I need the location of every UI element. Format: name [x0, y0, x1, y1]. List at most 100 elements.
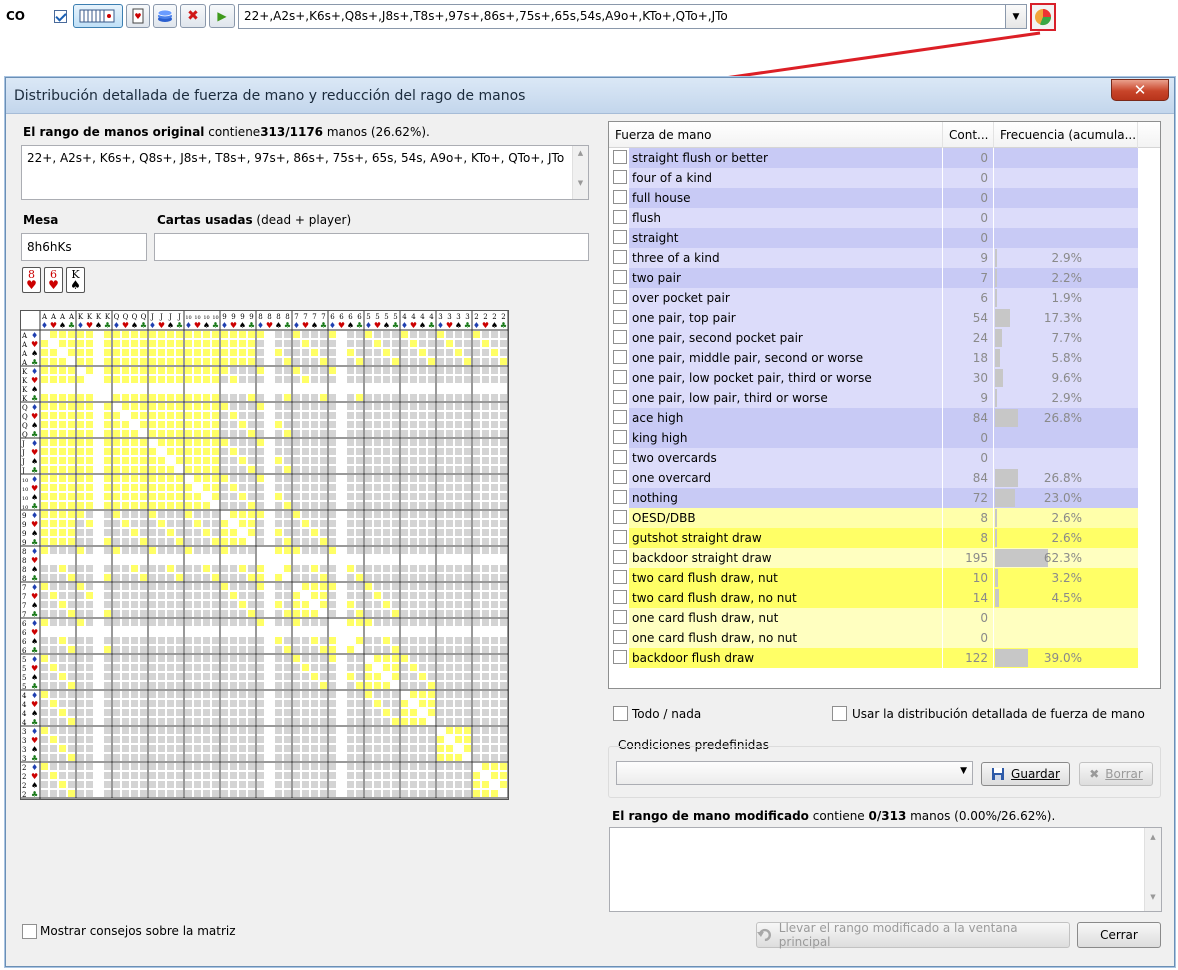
table-row[interactable]: gutshot straight draw 8 2.6% [609, 528, 1160, 548]
matrix-cell [50, 358, 57, 365]
delete-button[interactable]: ✖ Borrar [1079, 762, 1153, 786]
table-row[interactable]: ace high 84 26.8% [609, 408, 1160, 428]
table-row[interactable]: four of a kind 0 [609, 168, 1160, 188]
matrix-cell [149, 646, 156, 653]
dead-cards-input[interactable] [154, 233, 589, 261]
row-checkbox[interactable] [613, 270, 627, 284]
matrix-cell [149, 385, 156, 392]
table-row[interactable]: two pair 7 2.2% [609, 268, 1160, 288]
matrix-cell [293, 673, 300, 680]
modified-range-textarea[interactable] [609, 827, 1162, 912]
table-row[interactable]: backdoor flush draw 122 39.0% [609, 648, 1160, 668]
hand-matrix-grid[interactable]: A♦A ♦A♥A ♥A♠A ♠A♣A ♣K♦K ♦K♥K ♥K♠K ♠K♣K ♣Q♦Q ♦Q♥Q ♥… [21, 311, 508, 799]
matrix-cell [347, 331, 354, 338]
window-close-button[interactable]: ✕ [1111, 79, 1169, 101]
card-deck-button[interactable] [73, 4, 123, 28]
table-row[interactable]: backdoor straight draw 195 62.3% [609, 548, 1160, 568]
save-button[interactable]: Guardar [981, 762, 1070, 786]
matrix-cell [275, 682, 282, 689]
table-row[interactable]: full house 0 [609, 188, 1160, 208]
board-input[interactable]: 8h6hKs [21, 233, 147, 261]
row-checkbox[interactable] [613, 430, 627, 444]
use-distribution-checkbox[interactable] [832, 706, 847, 721]
row-frequency: 39.0% [994, 648, 1138, 668]
table-row[interactable]: one card flush draw, nut 0 [609, 608, 1160, 628]
row-checkbox[interactable] [613, 650, 627, 664]
table-row[interactable]: one pair, second pocket pair 24 7.7% [609, 328, 1160, 348]
matrix-cell [248, 421, 255, 428]
matrix-cell [122, 592, 129, 599]
row-checkbox[interactable] [613, 530, 627, 544]
modified-range-scrollbar[interactable]: ▲ ▼ [1144, 828, 1161, 911]
table-row[interactable]: one pair, low pair, third or worse 9 2.9% [609, 388, 1160, 408]
close-dialog-button[interactable]: Cerrar [1077, 922, 1161, 948]
row-checkbox[interactable] [613, 330, 627, 344]
matrix-cell [122, 583, 129, 590]
row-checkbox[interactable] [613, 150, 627, 164]
remove-button[interactable]: ✖ [180, 4, 206, 28]
table-row[interactable]: one pair, middle pair, second or worse 18… [609, 348, 1160, 368]
row-checkbox[interactable] [613, 610, 627, 624]
column-count[interactable]: Cont... [943, 122, 994, 148]
row-checkbox[interactable] [613, 170, 627, 184]
original-range-textarea[interactable]: 22+, A2s+, K6s+, Q8s+, J8s+, T8s+, 97s+,… [21, 145, 589, 200]
table-row[interactable]: nothing 72 23.0% [609, 488, 1160, 508]
row-checkbox[interactable] [613, 370, 627, 384]
row-checkbox[interactable] [613, 350, 627, 364]
table-row[interactable]: two card flush draw, no nut 14 4.5% [609, 588, 1160, 608]
table-row[interactable]: one overcard 84 26.8% [609, 468, 1160, 488]
row-checkbox[interactable] [613, 190, 627, 204]
table-row[interactable]: one card flush draw, no nut 0 [609, 628, 1160, 648]
range-input[interactable]: 22+,A2s+,K6s+,Q8s+,J8s+,T8s+,97s+,86s+,7… [238, 4, 1006, 29]
table-row[interactable]: OESD/DBB 8 2.6% [609, 508, 1160, 528]
matrix-cell [302, 502, 309, 509]
table-row[interactable]: straight flush or better 0 [609, 148, 1160, 168]
matrix-cell [401, 367, 408, 374]
matrix-cell [122, 358, 129, 365]
table-row[interactable]: three of a kind 9 2.9% [609, 248, 1160, 268]
range-dropdown-button[interactable]: ▼ [1006, 4, 1027, 29]
table-row[interactable]: one pair, low pocket pair, third or wors… [609, 368, 1160, 388]
row-checkbox[interactable] [613, 570, 627, 584]
enable-checkbox[interactable] [54, 10, 67, 23]
row-checkbox[interactable] [613, 310, 627, 324]
row-checkbox[interactable] [613, 490, 627, 504]
table-row[interactable]: two card flush draw, nut 10 3.2% [609, 568, 1160, 588]
row-checkbox[interactable] [613, 230, 627, 244]
hand-distribution-button[interactable] [1030, 3, 1056, 31]
matrix-cell [230, 628, 237, 635]
row-checkbox[interactable] [613, 510, 627, 524]
row-checkbox[interactable] [613, 250, 627, 264]
matrix-cell [383, 511, 390, 518]
row-checkbox[interactable] [613, 290, 627, 304]
row-checkbox[interactable] [613, 630, 627, 644]
chips-button[interactable] [153, 4, 177, 28]
table-row[interactable]: flush 0 [609, 208, 1160, 228]
go-button[interactable]: ▶ [209, 4, 235, 28]
table-row[interactable]: one pair, top pair 54 17.3% [609, 308, 1160, 328]
row-checkbox[interactable] [613, 210, 627, 224]
matrix-cell [77, 682, 84, 689]
all-none-checkbox[interactable] [613, 706, 628, 721]
row-checkbox[interactable] [613, 390, 627, 404]
table-row[interactable]: king high 0 [609, 428, 1160, 448]
column-hand-strength[interactable]: Fuerza de mano [609, 122, 943, 148]
hand-matrix[interactable]: A ♦ A ♦ A ♥ A ♥ A ♠ A ♠ A ♣ A ♣ K ♦ K ♦ K ♥ K ♥ K ♠ K ♠ K ♣ K ♣ Q ♦ Q ♦ Q ♥ Q ♥… [20, 310, 509, 800]
table-row[interactable]: two overcards 0 [609, 448, 1160, 468]
original-range-scrollbar[interactable]: ▲ ▼ [572, 146, 588, 199]
predefined-conditions-select[interactable]: ▼ [616, 761, 973, 785]
row-checkbox[interactable] [613, 450, 627, 464]
row-checkbox[interactable] [613, 470, 627, 484]
single-card-button[interactable]: ♥ [126, 4, 150, 28]
row-checkbox[interactable] [613, 410, 627, 424]
transfer-range-button[interactable]: Llevar el rango modificado a la ventana … [756, 921, 1070, 949]
matrix-tips-checkbox[interactable] [22, 924, 37, 939]
hand-strength-table[interactable]: Fuerza de mano Cont... Frecuencia (acumu… [608, 121, 1161, 689]
row-checkbox[interactable] [613, 550, 627, 564]
table-row[interactable]: straight 0 [609, 228, 1160, 248]
matrix-col-rank-label: A [50, 313, 57, 321]
matrix-cell [95, 718, 102, 725]
row-checkbox[interactable] [613, 590, 627, 604]
table-row[interactable]: over pocket pair 6 1.9% [609, 288, 1160, 308]
column-frequency[interactable]: Frecuencia (acumula... [994, 122, 1138, 148]
